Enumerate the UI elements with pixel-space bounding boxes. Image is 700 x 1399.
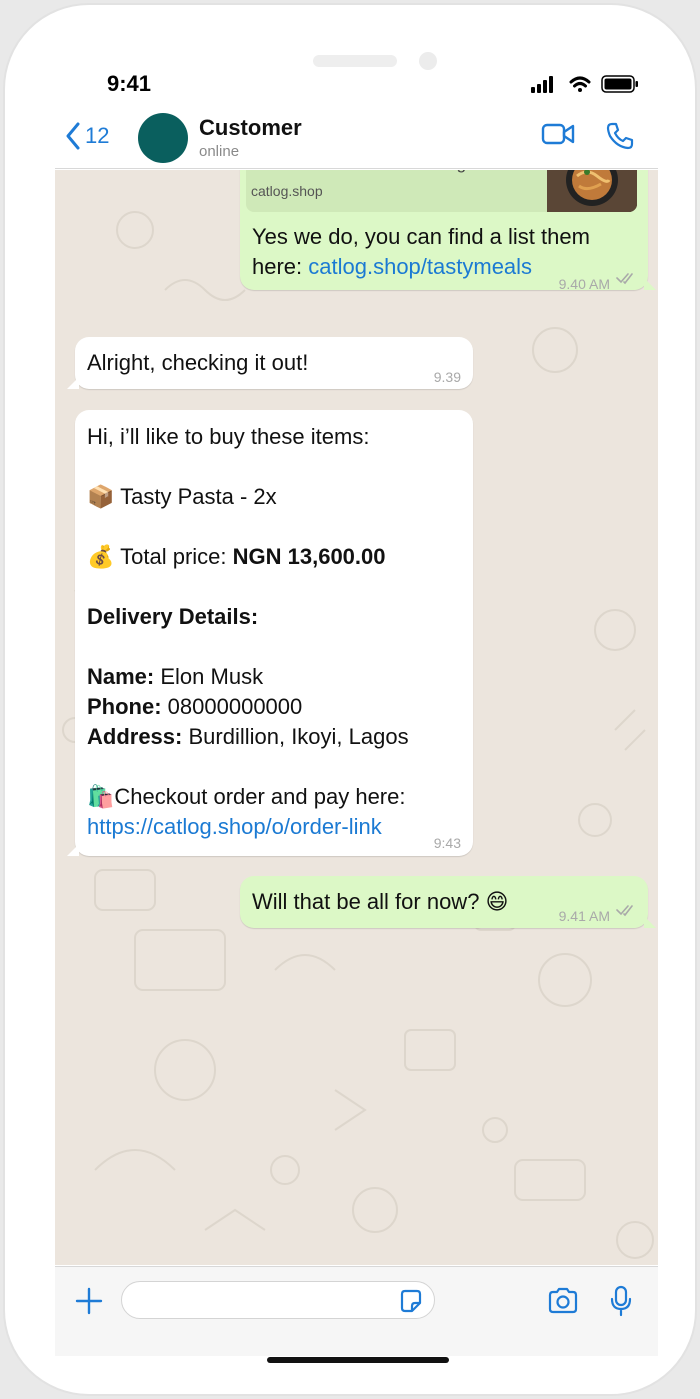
wifi-icon <box>569 76 591 92</box>
home-indicator[interactable] <box>267 1357 449 1363</box>
message-bubble-outgoing[interactable]: Will that be all for now? 😄 9.41 AM <box>240 876 656 928</box>
order-item: 📦 Tasty Pasta - 2x <box>87 484 277 509</box>
message-text: Alright, checking it out! <box>87 350 309 375</box>
message-time: 9.39 <box>433 369 461 385</box>
unread-count: 12 <box>85 123 110 148</box>
double-check-icon <box>616 905 633 917</box>
checkout-link[interactable]: https://catlog.shop/o/order-link <box>87 814 382 839</box>
attach-button[interactable] <box>75 1287 103 1320</box>
order-message-bubble[interactable]: Hi, i’ll like to buy these items: 📦 Tast… <box>67 410 473 856</box>
message-bubble-incoming[interactable]: Alright, checking it out! 9.39 <box>67 337 473 389</box>
phone-frame: 9:41 12 Customer online catlog.shop Yes … <box>3 3 697 1396</box>
message-input[interactable] <box>121 1281 435 1319</box>
message-composer <box>55 1266 658 1356</box>
signal-icon <box>531 76 553 93</box>
chat-header: 12 Customer online <box>55 105 658 169</box>
sticker-icon <box>400 1289 422 1313</box>
link-preview-thumbnail <box>547 170 637 212</box>
checkout-line: 🛍️Checkout order and pay here: <box>87 784 406 809</box>
message-link[interactable]: catlog.shop/tastymeals <box>308 254 532 279</box>
chat-area[interactable]: We sell the best meals in lagos catlog.s… <box>55 170 658 1265</box>
voice-message-button[interactable] <box>609 1285 633 1322</box>
double-check-icon <box>616 273 633 285</box>
money-bag-icon: 💰 <box>87 544 115 569</box>
greeting-text: Hi, i’ll like to buy these items: <box>87 424 370 449</box>
delivery-phone: Phone: 08000000000 <box>87 694 303 719</box>
status-icons <box>529 74 641 101</box>
voice-call-button[interactable] <box>605 121 635 156</box>
front-camera <box>419 52 437 70</box>
video-call-icon <box>541 123 575 145</box>
order-total: 💰 Total price: NGN 13,600.00 <box>87 544 386 569</box>
battery-icon <box>601 75 638 93</box>
back-button[interactable]: 12 <box>65 119 121 153</box>
message-text: Will that be all for now? 😄 <box>252 889 509 914</box>
message-time: 9.41 AM <box>558 908 610 924</box>
message-bubble-outgoing[interactable]: We sell the best meals in lagos catlog.s… <box>240 170 656 292</box>
shopping-bags-icon: 🛍️ <box>87 784 115 809</box>
camera-icon <box>548 1287 578 1314</box>
delivery-heading: Delivery Details: <box>87 604 259 629</box>
delivery-name: Name: Elon Musk <box>87 664 264 689</box>
chevron-left-icon <box>66 122 80 150</box>
order-message-body: Hi, i’ll like to buy these items: 📦 Tast… <box>87 422 467 842</box>
avatar[interactable] <box>138 113 188 163</box>
status-time: 9:41 <box>107 71 152 96</box>
link-preview[interactable]: We sell the best meals in lagos catlog.s… <box>246 170 637 212</box>
sticker-button[interactable] <box>398 1288 424 1319</box>
video-call-button[interactable] <box>541 121 575 152</box>
message-time: 9:43 <box>433 835 461 851</box>
speaker-grille <box>313 55 397 67</box>
phone-call-icon <box>606 122 634 150</box>
link-preview-host: catlog.shop <box>251 183 323 199</box>
package-icon: 📦 <box>87 484 115 509</box>
plus-icon <box>75 1287 103 1315</box>
delivery-address: Address: Burdillion, Ikoyi, Lagos <box>87 724 409 749</box>
camera-button[interactable] <box>547 1287 579 1320</box>
microphone-icon <box>610 1285 632 1317</box>
message-time: 9.40 AM <box>558 276 610 292</box>
contact-name[interactable]: Customer <box>199 115 302 141</box>
contact-status: online <box>199 143 240 160</box>
